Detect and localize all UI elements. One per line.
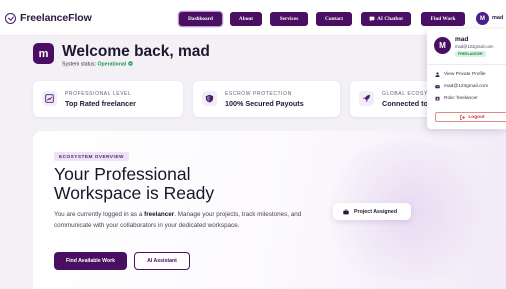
eyebrow-badge: ECOSYSTEM OVERVIEW	[54, 152, 129, 161]
email-item: mad@123gmail.com	[435, 82, 488, 90]
brand[interactable]: FreelanceFlow	[5, 11, 92, 25]
stat-label: ESCROW PROTECTION	[225, 91, 292, 97]
system-status: System status: Operational	[62, 61, 133, 68]
user-avatar[interactable]: M	[476, 12, 489, 25]
user-name[interactable]: mad	[492, 15, 503, 21]
mail-icon	[435, 84, 440, 88]
id-badge-icon	[435, 96, 440, 100]
nav-find-work-button[interactable]: Find Work	[421, 12, 465, 26]
project-assigned-card: Project Assigned	[333, 203, 411, 220]
status-label: System status:	[62, 61, 97, 68]
brand-name: FreelanceFlow	[20, 12, 92, 24]
hero-title-line-2: Workspace is Ready	[54, 183, 215, 203]
nav-ai-chatbot-button[interactable]: AI Chatbot	[361, 12, 411, 26]
stat-card-escrow: ESCROW PROTECTION 100% Secured Payouts	[193, 81, 340, 117]
role-badge: FREELANCER	[455, 51, 486, 57]
logout-label: Logout	[468, 114, 485, 120]
role-item: Role: freelancer	[435, 94, 478, 102]
check-circle-icon	[5, 12, 16, 24]
desc-before: You are currently logged in as a	[54, 211, 145, 218]
nav-about-button[interactable]: About	[230, 12, 262, 26]
view-profile-label: View Private Profile	[444, 71, 486, 77]
logout-button[interactable]: Logout	[435, 112, 506, 122]
chat-bubble-icon	[369, 16, 375, 22]
chart-icon	[42, 91, 57, 106]
view-profile-item[interactable]: View Private Profile	[435, 70, 486, 78]
user-icon	[435, 71, 440, 77]
hero-title: Your Professional Workspace is Ready	[54, 165, 314, 203]
stat-value: Top Rated freelancer	[65, 99, 136, 108]
hero-panel: ECOSYSTEM OVERVIEW Your Professional Wor…	[33, 131, 506, 289]
nav-services-button[interactable]: Services	[270, 12, 308, 26]
hero-title-line-1: Your Professional	[54, 164, 191, 184]
nav-dashboard-button[interactable]: Dashboard	[179, 12, 222, 26]
dropdown-name: mad	[455, 36, 469, 43]
ai-assistant-button[interactable]: AI Assistant	[134, 252, 190, 270]
hero-description: You are currently logged in as a freelan…	[54, 210, 304, 231]
stat-value: Connected to	[382, 99, 428, 108]
page-title: Welcome back, mad	[62, 43, 210, 60]
stat-label: PROFESSIONAL LEVEL	[65, 91, 132, 97]
briefcase-icon	[343, 209, 349, 214]
nav-ai-chatbot-label: AI Chatbot	[377, 16, 403, 22]
role-label: Role: freelancer	[444, 95, 478, 101]
project-assigned-label: Project Assigned	[354, 208, 398, 215]
shield-icon	[202, 91, 217, 106]
welcome-avatar: m	[33, 43, 54, 64]
find-work-button[interactable]: Find Available Work	[54, 252, 127, 270]
dropdown-email: mad@123gmail.com	[455, 44, 494, 49]
dropdown-avatar: M	[434, 37, 451, 54]
stat-value: 100% Secured Payouts	[225, 99, 304, 108]
stat-card-level: PROFESSIONAL LEVEL Top Rated freelancer	[33, 81, 183, 117]
status-value: Operational	[97, 61, 127, 68]
check-badge-icon	[128, 61, 133, 66]
logout-icon	[460, 114, 466, 120]
rocket-icon	[359, 91, 374, 106]
nav-contact-button[interactable]: Contact	[316, 12, 352, 26]
dropdown-divider	[427, 64, 506, 65]
profile-dropdown: M mad mad@123gmail.com FREELANCER View P…	[427, 29, 506, 129]
desc-role: freelancer	[144, 211, 175, 218]
email-label: mad@123gmail.com	[444, 83, 489, 89]
